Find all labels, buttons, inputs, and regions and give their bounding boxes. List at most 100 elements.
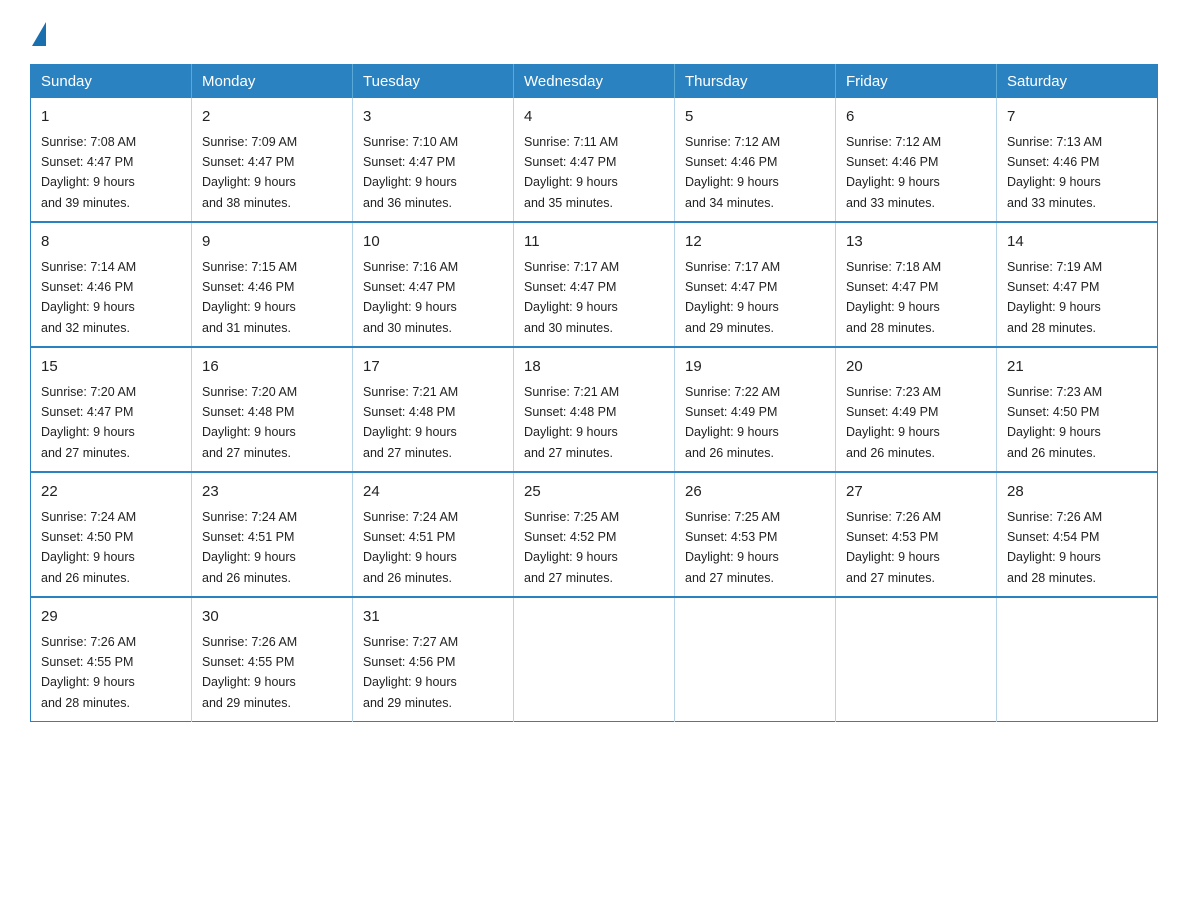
calendar-cell: 25 Sunrise: 7:25 AMSunset: 4:52 PMDaylig…	[514, 472, 675, 597]
calendar-cell: 26 Sunrise: 7:25 AMSunset: 4:53 PMDaylig…	[675, 472, 836, 597]
calendar-cell: 22 Sunrise: 7:24 AMSunset: 4:50 PMDaylig…	[31, 472, 192, 597]
day-info: Sunrise: 7:09 AMSunset: 4:47 PMDaylight:…	[202, 135, 297, 210]
day-info: Sunrise: 7:26 AMSunset: 4:53 PMDaylight:…	[846, 510, 941, 585]
day-number: 29	[41, 606, 181, 629]
day-info: Sunrise: 7:14 AMSunset: 4:46 PMDaylight:…	[41, 260, 136, 335]
calendar-cell: 19 Sunrise: 7:22 AMSunset: 4:49 PMDaylig…	[675, 347, 836, 472]
calendar-cell: 6 Sunrise: 7:12 AMSunset: 4:46 PMDayligh…	[836, 98, 997, 222]
day-number: 31	[363, 606, 503, 629]
day-number: 27	[846, 481, 986, 504]
calendar-cell: 20 Sunrise: 7:23 AMSunset: 4:49 PMDaylig…	[836, 347, 997, 472]
calendar-cell: 29 Sunrise: 7:26 AMSunset: 4:55 PMDaylig…	[31, 597, 192, 722]
day-info: Sunrise: 7:21 AMSunset: 4:48 PMDaylight:…	[524, 385, 619, 460]
day-info: Sunrise: 7:26 AMSunset: 4:55 PMDaylight:…	[41, 635, 136, 710]
day-info: Sunrise: 7:24 AMSunset: 4:51 PMDaylight:…	[363, 510, 458, 585]
calendar-week-row: 8 Sunrise: 7:14 AMSunset: 4:46 PMDayligh…	[31, 222, 1158, 347]
calendar-cell: 28 Sunrise: 7:26 AMSunset: 4:54 PMDaylig…	[997, 472, 1158, 597]
day-info: Sunrise: 7:25 AMSunset: 4:52 PMDaylight:…	[524, 510, 619, 585]
calendar-cell: 10 Sunrise: 7:16 AMSunset: 4:47 PMDaylig…	[353, 222, 514, 347]
day-number: 14	[1007, 231, 1147, 254]
calendar-cell	[675, 597, 836, 722]
day-number: 18	[524, 356, 664, 379]
calendar-cell: 12 Sunrise: 7:17 AMSunset: 4:47 PMDaylig…	[675, 222, 836, 347]
calendar-cell: 1 Sunrise: 7:08 AMSunset: 4:47 PMDayligh…	[31, 98, 192, 222]
column-header-thursday: Thursday	[675, 65, 836, 99]
day-info: Sunrise: 7:15 AMSunset: 4:46 PMDaylight:…	[202, 260, 297, 335]
day-number: 12	[685, 231, 825, 254]
day-number: 21	[1007, 356, 1147, 379]
column-header-tuesday: Tuesday	[353, 65, 514, 99]
day-info: Sunrise: 7:25 AMSunset: 4:53 PMDaylight:…	[685, 510, 780, 585]
day-info: Sunrise: 7:17 AMSunset: 4:47 PMDaylight:…	[524, 260, 619, 335]
calendar-cell: 7 Sunrise: 7:13 AMSunset: 4:46 PMDayligh…	[997, 98, 1158, 222]
day-number: 11	[524, 231, 664, 254]
calendar-cell: 4 Sunrise: 7:11 AMSunset: 4:47 PMDayligh…	[514, 98, 675, 222]
day-info: Sunrise: 7:13 AMSunset: 4:46 PMDaylight:…	[1007, 135, 1102, 210]
calendar-cell: 27 Sunrise: 7:26 AMSunset: 4:53 PMDaylig…	[836, 472, 997, 597]
logo-triangle-icon	[32, 22, 46, 46]
day-info: Sunrise: 7:27 AMSunset: 4:56 PMDaylight:…	[363, 635, 458, 710]
day-info: Sunrise: 7:17 AMSunset: 4:47 PMDaylight:…	[685, 260, 780, 335]
day-info: Sunrise: 7:26 AMSunset: 4:54 PMDaylight:…	[1007, 510, 1102, 585]
day-number: 23	[202, 481, 342, 504]
calendar-cell: 16 Sunrise: 7:20 AMSunset: 4:48 PMDaylig…	[192, 347, 353, 472]
day-info: Sunrise: 7:21 AMSunset: 4:48 PMDaylight:…	[363, 385, 458, 460]
day-info: Sunrise: 7:19 AMSunset: 4:47 PMDaylight:…	[1007, 260, 1102, 335]
column-header-saturday: Saturday	[997, 65, 1158, 99]
calendar-cell: 15 Sunrise: 7:20 AMSunset: 4:47 PMDaylig…	[31, 347, 192, 472]
calendar-header-row: SundayMondayTuesdayWednesdayThursdayFrid…	[31, 65, 1158, 99]
calendar-cell: 21 Sunrise: 7:23 AMSunset: 4:50 PMDaylig…	[997, 347, 1158, 472]
calendar-cell: 14 Sunrise: 7:19 AMSunset: 4:47 PMDaylig…	[997, 222, 1158, 347]
day-number: 25	[524, 481, 664, 504]
calendar-cell: 13 Sunrise: 7:18 AMSunset: 4:47 PMDaylig…	[836, 222, 997, 347]
day-number: 24	[363, 481, 503, 504]
day-number: 20	[846, 356, 986, 379]
column-header-monday: Monday	[192, 65, 353, 99]
column-header-wednesday: Wednesday	[514, 65, 675, 99]
day-info: Sunrise: 7:26 AMSunset: 4:55 PMDaylight:…	[202, 635, 297, 710]
day-number: 9	[202, 231, 342, 254]
day-number: 15	[41, 356, 181, 379]
day-number: 7	[1007, 106, 1147, 129]
calendar-cell: 17 Sunrise: 7:21 AMSunset: 4:48 PMDaylig…	[353, 347, 514, 472]
logo	[30, 20, 46, 46]
day-info: Sunrise: 7:23 AMSunset: 4:49 PMDaylight:…	[846, 385, 941, 460]
day-info: Sunrise: 7:12 AMSunset: 4:46 PMDaylight:…	[685, 135, 780, 210]
day-info: Sunrise: 7:08 AMSunset: 4:47 PMDaylight:…	[41, 135, 136, 210]
calendar-cell	[997, 597, 1158, 722]
calendar-week-row: 15 Sunrise: 7:20 AMSunset: 4:47 PMDaylig…	[31, 347, 1158, 472]
day-number: 6	[846, 106, 986, 129]
day-number: 8	[41, 231, 181, 254]
calendar-cell: 5 Sunrise: 7:12 AMSunset: 4:46 PMDayligh…	[675, 98, 836, 222]
calendar-cell: 23 Sunrise: 7:24 AMSunset: 4:51 PMDaylig…	[192, 472, 353, 597]
day-info: Sunrise: 7:12 AMSunset: 4:46 PMDaylight:…	[846, 135, 941, 210]
calendar-table: SundayMondayTuesdayWednesdayThursdayFrid…	[30, 64, 1158, 722]
day-info: Sunrise: 7:18 AMSunset: 4:47 PMDaylight:…	[846, 260, 941, 335]
day-info: Sunrise: 7:23 AMSunset: 4:50 PMDaylight:…	[1007, 385, 1102, 460]
calendar-cell: 31 Sunrise: 7:27 AMSunset: 4:56 PMDaylig…	[353, 597, 514, 722]
calendar-week-row: 22 Sunrise: 7:24 AMSunset: 4:50 PMDaylig…	[31, 472, 1158, 597]
day-number: 1	[41, 106, 181, 129]
day-number: 3	[363, 106, 503, 129]
calendar-cell	[514, 597, 675, 722]
calendar-cell: 2 Sunrise: 7:09 AMSunset: 4:47 PMDayligh…	[192, 98, 353, 222]
logo-text	[30, 20, 46, 46]
calendar-cell: 8 Sunrise: 7:14 AMSunset: 4:46 PMDayligh…	[31, 222, 192, 347]
calendar-cell: 18 Sunrise: 7:21 AMSunset: 4:48 PMDaylig…	[514, 347, 675, 472]
day-info: Sunrise: 7:10 AMSunset: 4:47 PMDaylight:…	[363, 135, 458, 210]
day-info: Sunrise: 7:20 AMSunset: 4:47 PMDaylight:…	[41, 385, 136, 460]
calendar-cell: 24 Sunrise: 7:24 AMSunset: 4:51 PMDaylig…	[353, 472, 514, 597]
column-header-friday: Friday	[836, 65, 997, 99]
page-header	[30, 20, 1158, 46]
day-info: Sunrise: 7:24 AMSunset: 4:51 PMDaylight:…	[202, 510, 297, 585]
calendar-cell	[836, 597, 997, 722]
day-info: Sunrise: 7:24 AMSunset: 4:50 PMDaylight:…	[41, 510, 136, 585]
column-header-sunday: Sunday	[31, 65, 192, 99]
calendar-cell: 3 Sunrise: 7:10 AMSunset: 4:47 PMDayligh…	[353, 98, 514, 222]
calendar-cell: 9 Sunrise: 7:15 AMSunset: 4:46 PMDayligh…	[192, 222, 353, 347]
day-info: Sunrise: 7:11 AMSunset: 4:47 PMDaylight:…	[524, 135, 618, 210]
day-number: 17	[363, 356, 503, 379]
day-info: Sunrise: 7:20 AMSunset: 4:48 PMDaylight:…	[202, 385, 297, 460]
day-number: 10	[363, 231, 503, 254]
calendar-cell: 30 Sunrise: 7:26 AMSunset: 4:55 PMDaylig…	[192, 597, 353, 722]
